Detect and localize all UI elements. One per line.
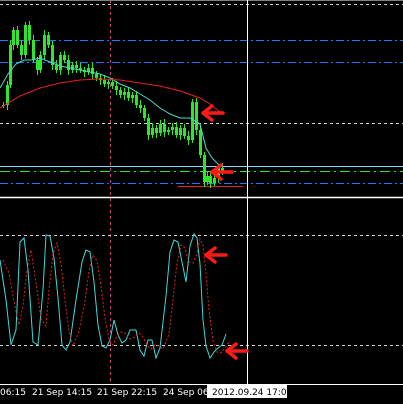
stochastic-main-line bbox=[0, 232, 227, 360]
candle-body bbox=[167, 130, 170, 132]
candle-body bbox=[32, 40, 35, 60]
candle-body bbox=[171, 127, 174, 130]
candle-body bbox=[195, 102, 198, 130]
candle-body bbox=[59, 55, 62, 70]
chart-window[interactable]: 06:15 21 Sep 14:15 21 Sep 22:15 24 Sep 0… bbox=[0, 0, 403, 400]
candle-body bbox=[12, 30, 15, 45]
candle-body bbox=[155, 128, 158, 133]
candle-body bbox=[127, 92, 130, 98]
candle-body bbox=[175, 127, 178, 135]
candle-body bbox=[95, 74, 98, 78]
left-arrow-icon bbox=[225, 342, 249, 360]
time-label: 21 Sep 22:15 bbox=[97, 388, 157, 398]
candle-body bbox=[75, 65, 78, 68]
candle-body bbox=[147, 118, 150, 135]
candle-body bbox=[55, 65, 58, 70]
candle-body bbox=[115, 86, 118, 90]
time-axis: 06:15 21 Sep 14:15 21 Sep 22:15 24 Sep 0… bbox=[0, 385, 293, 398]
candle-body bbox=[123, 92, 126, 95]
candle-body bbox=[187, 136, 190, 140]
candle-body bbox=[213, 178, 216, 183]
stochastic-panel[interactable] bbox=[0, 232, 403, 360]
candle-body bbox=[20, 45, 23, 55]
candle-body bbox=[183, 128, 186, 136]
time-label: 06:15 bbox=[0, 388, 26, 398]
candle-body bbox=[203, 155, 206, 182]
candle-body bbox=[24, 25, 27, 55]
annotation-arrows bbox=[201, 104, 249, 360]
candle-body bbox=[159, 124, 162, 133]
left-arrow-icon bbox=[201, 104, 225, 122]
candle-body bbox=[28, 25, 31, 40]
candle-body bbox=[131, 95, 134, 98]
candle-body bbox=[111, 82, 114, 86]
candle-body bbox=[209, 176, 212, 183]
candle-body bbox=[36, 60, 39, 70]
candle-body bbox=[39, 55, 42, 70]
time-label: 24 Sep 06: bbox=[163, 388, 212, 398]
candle-body bbox=[16, 30, 19, 45]
candle-body bbox=[51, 45, 54, 65]
candle-body bbox=[107, 82, 110, 84]
time-label: 21 Sep 14:15 bbox=[32, 388, 92, 398]
candle-body bbox=[9, 45, 12, 85]
candle-body bbox=[63, 55, 66, 60]
candle-body bbox=[67, 60, 70, 70]
candle-body bbox=[143, 108, 146, 118]
candle-body bbox=[191, 102, 194, 140]
candle-body bbox=[199, 130, 202, 155]
candle-body bbox=[179, 128, 182, 135]
cursor-time-label: 2012.09.24 17:00 bbox=[212, 388, 293, 398]
candle-body bbox=[206, 176, 209, 182]
candle-body bbox=[135, 95, 138, 105]
left-arrow-icon bbox=[204, 246, 228, 264]
stochastic-signal-line bbox=[2, 237, 230, 354]
candle-body bbox=[139, 105, 142, 108]
chart-canvas[interactable]: 06:15 21 Sep 14:15 21 Sep 22:15 24 Sep 0… bbox=[0, 0, 403, 400]
candle-body bbox=[71, 65, 74, 70]
candle-body bbox=[119, 90, 122, 95]
candle-body bbox=[47, 35, 50, 45]
candle-body bbox=[6, 85, 9, 105]
candle-body bbox=[43, 35, 46, 55]
candle-body bbox=[151, 128, 154, 135]
candle-body bbox=[103, 80, 106, 84]
candle-body bbox=[163, 124, 166, 132]
